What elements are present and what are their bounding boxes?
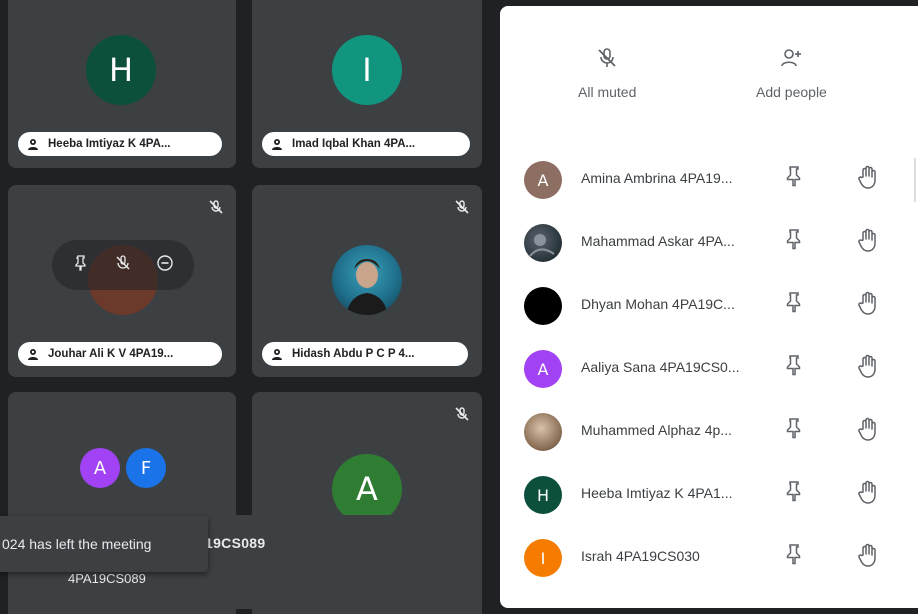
participant-name: Imad Iqbal Khan 4PA... xyxy=(292,138,416,150)
panel-actions: All muted Add people xyxy=(500,46,918,126)
tile-hover-controls xyxy=(52,240,194,290)
participant-name: Heeba Imtiyaz K 4PA... xyxy=(48,138,171,150)
list-item[interactable]: Dhyan Mohan 4PA19C... xyxy=(500,277,918,333)
hand-icon[interactable] xyxy=(856,542,880,568)
mic-off-icon[interactable] xyxy=(114,254,132,277)
avatar: H xyxy=(86,35,156,105)
list-item[interactable]: Mahammad Askar 4PA... xyxy=(500,214,918,270)
participant-name-pill: Imad Iqbal Khan 4PA... xyxy=(262,132,470,156)
toast-text: 024 has left the meeting xyxy=(2,536,152,552)
mic-off-icon xyxy=(595,46,619,70)
meet-presence-icon xyxy=(270,137,284,151)
pin-icon[interactable] xyxy=(72,254,90,277)
list-item[interactable]: A Aaliya Sana 4PA19CS0... xyxy=(500,340,918,396)
pin-icon[interactable] xyxy=(784,228,804,250)
person-name: Aaliya Sana 4PA19CS0... xyxy=(581,359,740,375)
meet-presence-icon xyxy=(270,347,284,361)
list-item[interactable]: I Israh 4PA19CS030 xyxy=(500,529,918,585)
hand-icon[interactable] xyxy=(856,479,880,505)
participant-tile[interactable]: Jouhar Ali K V 4PA19... xyxy=(8,185,236,377)
pin-icon[interactable] xyxy=(784,543,804,565)
person-name: Dhyan Mohan 4PA19C... xyxy=(581,296,735,312)
hand-icon[interactable] xyxy=(856,353,880,379)
pin-icon[interactable] xyxy=(784,165,804,187)
remove-icon[interactable] xyxy=(156,254,174,277)
participant-name: Jouhar Ali K V 4PA19... xyxy=(48,348,174,360)
presenter-subtitle: 4PA19CS089 xyxy=(68,571,146,586)
list-item[interactable]: H Heeba Imtiyaz K 4PA1... xyxy=(500,466,918,522)
person-name: Israh 4PA19CS030 xyxy=(581,548,700,564)
participant-name-pill: Jouhar Ali K V 4PA19... xyxy=(18,342,222,366)
avatar: F xyxy=(126,448,166,488)
video-grid: H Heeba Imtiyaz K 4PA... I Imad Iqbal Kh… xyxy=(0,0,500,614)
meet-presence-icon xyxy=(26,137,40,151)
left-meeting-toast: 024 has left the meeting xyxy=(0,516,208,572)
participant-name: Hidash Abdu P C P 4... xyxy=(292,348,415,360)
all-muted-button[interactable]: All muted xyxy=(578,46,636,100)
participant-tile[interactable]: Hidash Abdu P C P 4... xyxy=(252,185,482,377)
avatar xyxy=(524,287,562,325)
add-people-button[interactable]: Add people xyxy=(756,46,827,100)
hand-icon[interactable] xyxy=(856,164,880,190)
avatar xyxy=(524,413,562,451)
presenter-name: 19CS089 xyxy=(205,535,266,551)
avatar: I xyxy=(524,539,562,577)
avatar: A xyxy=(524,350,562,388)
participant-name-pill: Hidash Abdu P C P 4... xyxy=(262,342,468,366)
all-muted-label: All muted xyxy=(578,84,637,100)
avatar: A xyxy=(524,161,562,199)
pin-icon[interactable] xyxy=(784,354,804,376)
pin-icon[interactable] xyxy=(784,480,804,502)
mic-off-icon xyxy=(454,199,470,215)
meet-presence-icon xyxy=(26,347,40,361)
scrollbar[interactable] xyxy=(914,158,916,202)
person-name: Amina Ambrina 4PA19... xyxy=(581,170,733,186)
person-name: Muhammed Alphaz 4p... xyxy=(581,422,732,438)
add-person-icon xyxy=(779,46,803,70)
mic-off-icon xyxy=(454,406,470,422)
avatar: I xyxy=(332,35,402,105)
pin-icon[interactable] xyxy=(784,291,804,313)
pin-icon[interactable] xyxy=(784,417,804,439)
person-name: Mahammad Askar 4PA... xyxy=(581,233,735,249)
people-panel: All muted Add people A Amina Ambrina 4PA… xyxy=(500,6,918,608)
participant-tile[interactable]: H Heeba Imtiyaz K 4PA... xyxy=(8,0,236,168)
hand-icon[interactable] xyxy=(856,290,880,316)
add-people-label: Add people xyxy=(756,84,827,100)
hand-icon[interactable] xyxy=(856,227,880,253)
mic-off-icon xyxy=(208,199,224,215)
participant-tile[interactable]: I Imad Iqbal Khan 4PA... xyxy=(252,0,482,168)
list-item[interactable]: Muhammed Alphaz 4p... xyxy=(500,403,918,459)
person-name: Heeba Imtiyaz K 4PA1... xyxy=(581,485,733,501)
list-item[interactable]: A Amina Ambrina 4PA19... xyxy=(500,151,918,207)
avatar xyxy=(524,224,562,262)
avatar: H xyxy=(524,476,562,514)
participant-name-pill: Heeba Imtiyaz K 4PA... xyxy=(18,132,222,156)
hand-icon[interactable] xyxy=(856,416,880,442)
avatar: A xyxy=(80,448,120,488)
avatar xyxy=(332,245,402,315)
avatar: A xyxy=(332,454,402,524)
